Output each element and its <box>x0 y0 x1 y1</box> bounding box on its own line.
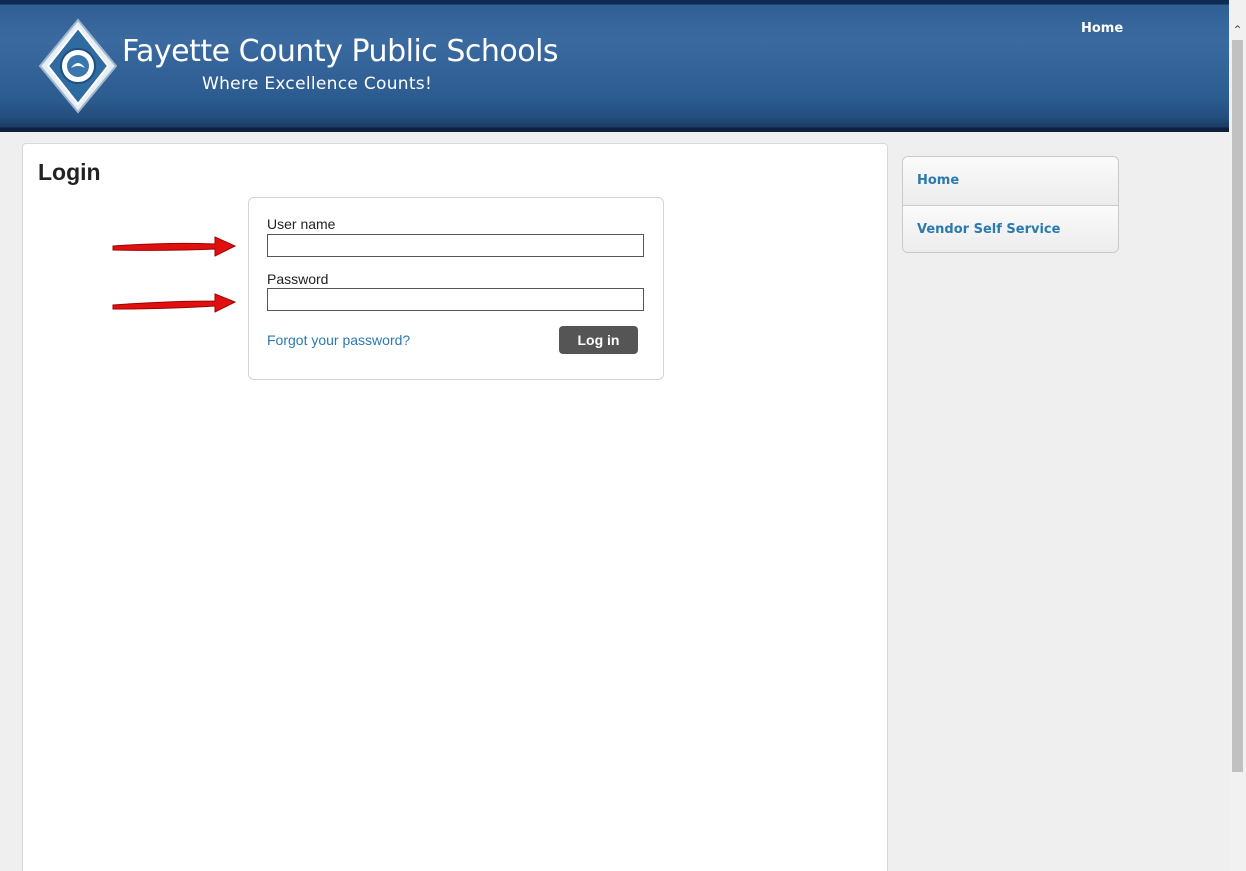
annotation-arrow-icon <box>112 236 237 257</box>
password-input[interactable] <box>267 288 644 311</box>
site-title: Fayette County Public Schools <box>122 34 559 69</box>
chevron-up-icon[interactable]: ⌃ <box>1229 20 1246 40</box>
scrollbar-thumb[interactable] <box>1232 40 1243 772</box>
username-input[interactable] <box>267 234 644 257</box>
username-label: User name <box>267 216 336 232</box>
annotation-arrow-icon <box>112 293 237 313</box>
password-label: Password <box>267 271 329 287</box>
site-header: Fayette County Public Schools Where Exce… <box>0 0 1229 132</box>
school-emblem-icon <box>38 18 118 114</box>
site-tagline: Where Excellence Counts! <box>202 74 433 94</box>
sidebar-item-vendor-self-service[interactable]: Vendor Self Service <box>903 205 1118 252</box>
forgot-password-link[interactable]: Forgot your password? <box>267 332 410 348</box>
login-form: User name Password Forgot your password?… <box>248 197 664 380</box>
page-scrollbar[interactable]: ⌃ <box>1229 0 1246 871</box>
login-button[interactable]: Log in <box>559 326 638 354</box>
main-panel: Login User name Password Forgot your pas… <box>22 143 888 871</box>
sidebar-item-home[interactable]: Home <box>903 157 1118 205</box>
page-title: Login <box>38 159 101 185</box>
header-home-link[interactable]: Home <box>1081 21 1123 36</box>
sidebar-menu: Home Vendor Self Service <box>902 156 1119 253</box>
